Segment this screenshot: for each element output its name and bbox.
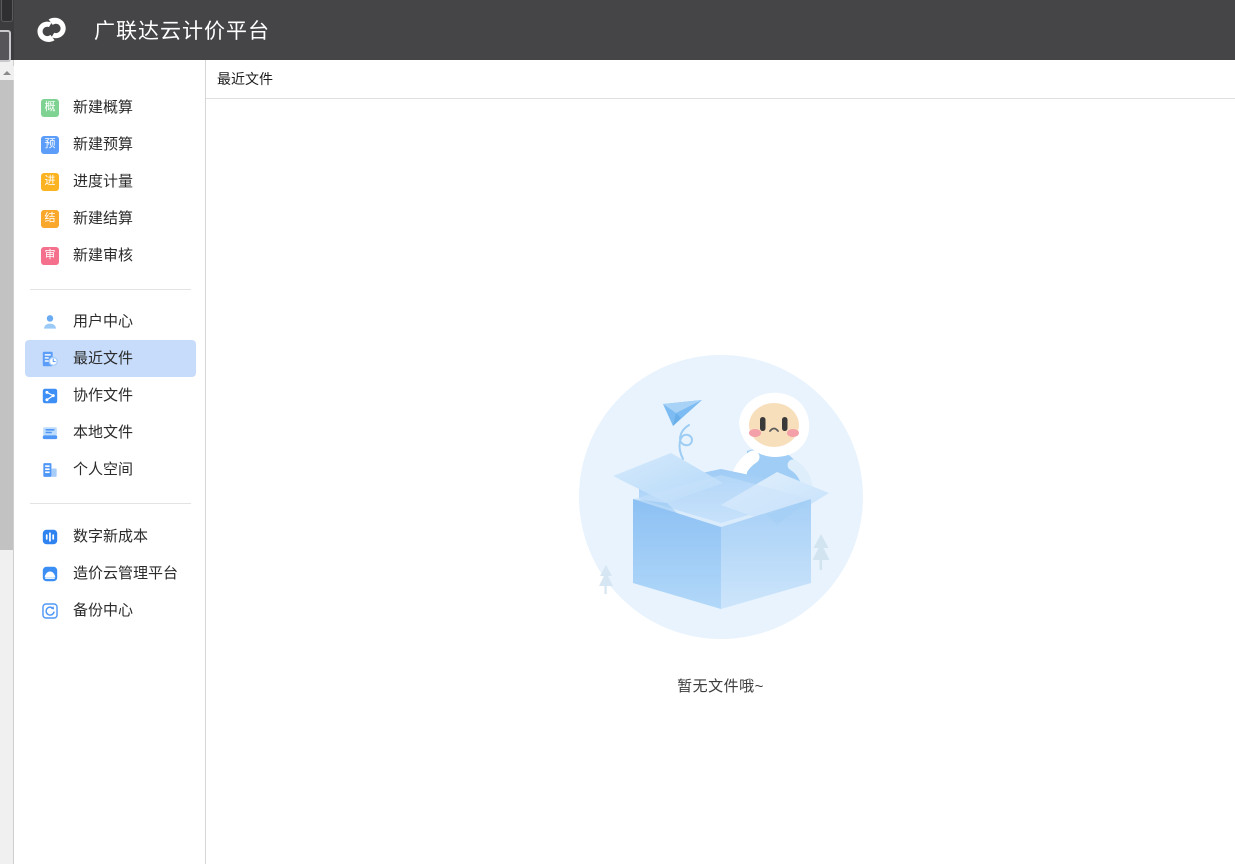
jin-square-glyph: 进 — [41, 172, 59, 191]
sidebar-item-recent-files[interactable]: 最近文件 — [25, 340, 196, 377]
sidebar-item-cost-cloud-platform[interactable]: 造价云管理平台 — [25, 555, 196, 592]
empty-box-illustration — [571, 347, 871, 647]
main-header: 最近文件 — [206, 60, 1235, 99]
sidebar-item-new-yusuan[interactable]: 预 新建预算 — [25, 126, 196, 163]
cost-cloud-platform-icon — [40, 564, 60, 584]
sidebar-item-label: 备份中心 — [73, 602, 134, 619]
jin-square-icon: 进 — [40, 172, 60, 192]
sidebar-item-digital-cost[interactable]: 数字新成本 — [25, 518, 196, 555]
sidebar-group-files: 用户中心 最近文件 协作文件 本地文件 个人空间 — [15, 290, 205, 488]
sidebar-item-new-gaisuan[interactable]: 概 新建概算 — [25, 89, 196, 126]
sidebar-item-label: 进度计量 — [73, 173, 134, 190]
sidebar-item-backup-center[interactable]: 备份中心 — [25, 592, 196, 629]
sidebar-item-collaboration-files[interactable]: 协作文件 — [25, 377, 196, 414]
sidebar-item-label: 新建预算 — [73, 136, 134, 153]
sidebar-item-label: 用户中心 — [73, 313, 134, 330]
gai-square-icon: 概 — [40, 98, 60, 118]
sidebar-item-progress-measurement[interactable]: 进 进度计量 — [25, 163, 196, 200]
jie-square-glyph: 结 — [41, 209, 59, 228]
gai-square-glyph: 概 — [41, 98, 59, 117]
empty-state-text: 暂无文件哦~ — [677, 678, 764, 695]
sidebar-item-user-center[interactable]: 用户中心 — [25, 303, 196, 340]
app-title: 广联达云计价平台 — [94, 20, 270, 43]
collaboration-files-icon — [40, 386, 60, 406]
sidebar-item-label: 造价云管理平台 — [73, 565, 179, 582]
recent-files-icon — [40, 349, 60, 369]
shen-square-glyph: 审 — [41, 246, 59, 265]
outer-window-chrome — [0, 0, 14, 864]
sidebar-group-create: 概 新建概算 预 新建预算 进 进度计量 结 新建结算 审 新建审核 — [15, 60, 205, 274]
outer-window-frame-edge — [0, 30, 11, 62]
guanglianda-cloud-logo-icon — [36, 13, 76, 47]
outer-window-button[interactable] — [1, 0, 13, 22]
sidebar-item-new-shenhe[interactable]: 审 新建审核 — [25, 237, 196, 274]
sidebar-item-label: 最近文件 — [73, 350, 134, 367]
page-title: 最近文件 — [217, 71, 273, 87]
sidebar-item-label: 新建审核 — [73, 247, 134, 264]
user-icon — [40, 312, 60, 332]
scrollbar-track[interactable] — [0, 550, 13, 864]
sidebar-item-label: 协作文件 — [73, 387, 134, 404]
backup-center-icon — [40, 601, 60, 621]
sidebar-item-label: 数字新成本 — [73, 528, 149, 545]
application-window: 广联达云计价平台 概 新建概算 预 新建预算 进 进度计量 结 新建结算 审 新… — [0, 0, 1235, 864]
sidebar-item-label: 新建结算 — [73, 210, 134, 227]
sidebar-group-tools: 数字新成本 造价云管理平台 备份中心 — [15, 504, 205, 629]
yu-square-icon: 预 — [40, 135, 60, 155]
jie-square-icon: 结 — [40, 209, 60, 229]
sidebar: 概 新建概算 预 新建预算 进 进度计量 结 新建结算 审 新建审核 用户中心 … — [15, 60, 206, 864]
digital-cost-icon — [40, 527, 60, 547]
sidebar-item-label: 新建概算 — [73, 99, 134, 116]
yu-square-glyph: 预 — [41, 135, 59, 154]
scrollbar-thumb[interactable] — [0, 80, 13, 550]
sidebar-item-local-files[interactable]: 本地文件 — [25, 414, 196, 451]
personal-space-icon — [40, 460, 60, 480]
sidebar-item-personal-space[interactable]: 个人空间 — [25, 451, 196, 488]
sidebar-item-new-jiesuan[interactable]: 结 新建结算 — [25, 200, 196, 237]
sidebar-item-label: 个人空间 — [73, 461, 134, 478]
empty-state: 暂无文件哦~ — [571, 347, 871, 696]
shen-square-icon: 审 — [40, 246, 60, 266]
local-files-icon — [40, 423, 60, 443]
title-bar: 广联达云计价平台 — [14, 0, 1235, 60]
main-body: 暂无文件哦~ — [206, 99, 1235, 864]
main-content: 最近文件 暂无文件哦~ — [206, 60, 1235, 864]
scrollbar-up-arrow[interactable] — [0, 66, 14, 80]
sidebar-item-label: 本地文件 — [73, 424, 134, 441]
